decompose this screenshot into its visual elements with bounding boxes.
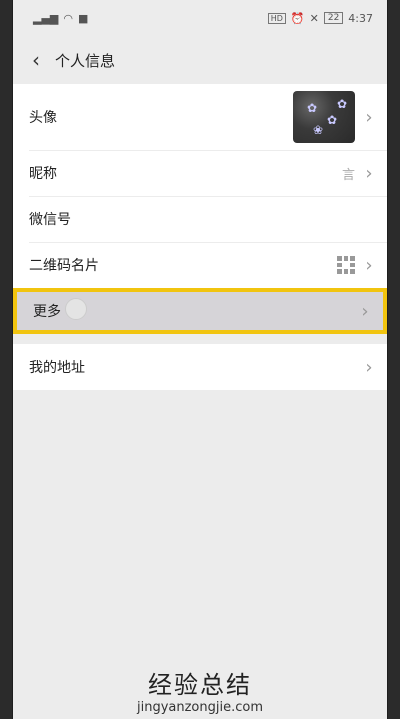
chevron-right-icon: › xyxy=(365,356,373,378)
qr-code-icon xyxy=(337,256,355,274)
avatar-row[interactable]: 头像 ✿ ✿ ❀ ✿ › xyxy=(13,84,387,150)
avatar-label: 头像 xyxy=(29,110,57,126)
more-row[interactable]: 更多 › xyxy=(13,288,387,334)
touch-cursor-icon xyxy=(65,298,87,320)
qr-code-row[interactable]: 二维码名片 › xyxy=(13,242,387,288)
vibrate-icon: ✕ xyxy=(309,11,319,25)
nickname-value: 言 xyxy=(341,167,355,183)
wechat-id-label: 微信号 xyxy=(29,212,71,228)
chevron-right-icon: › xyxy=(365,106,373,128)
phone-screen: ▂▄▆ ◠ ■ HD ⏰ ✕ 22 4:37 ‹ 个人信息 头像 ✿ ✿ ❀ ✿ xyxy=(12,0,388,719)
nickname-row[interactable]: 昵称 言 › xyxy=(13,150,387,196)
chevron-right-icon: › xyxy=(365,162,373,184)
section-divider xyxy=(13,334,387,344)
address-row[interactable]: 我的地址 › xyxy=(13,344,387,390)
clock: 4:37 xyxy=(348,11,373,25)
profile-group: 头像 ✿ ✿ ❀ ✿ › 昵称 言 › 微信号 二维码名片 › xyxy=(13,84,387,288)
status-bar: ▂▄▆ ◠ ■ HD ⏰ ✕ 22 4:37 xyxy=(13,0,387,36)
avatar: ✿ ✿ ❀ ✿ xyxy=(293,91,355,143)
wifi-icon: ◠ xyxy=(63,11,73,25)
notification-icon: ■ xyxy=(78,11,89,25)
back-icon[interactable]: ‹ xyxy=(23,47,49,73)
address-label: 我的地址 xyxy=(29,360,85,376)
alarm-icon: ⏰ xyxy=(290,11,305,25)
watermark-text: 经验总结 xyxy=(148,671,252,699)
chevron-right-icon: › xyxy=(365,254,373,276)
nickname-label: 昵称 xyxy=(29,166,57,182)
page-title: 个人信息 xyxy=(55,51,116,70)
watermark-url: jingyanzongjie.com xyxy=(136,700,263,715)
watermark: 经验总结 jingyanzongjie.com xyxy=(13,665,387,715)
chevron-right-icon: › xyxy=(361,300,369,322)
address-group: 我的地址 › xyxy=(13,344,387,390)
qr-code-label: 二维码名片 xyxy=(29,258,99,274)
hd-badge: HD xyxy=(267,12,286,24)
battery-level: 22 xyxy=(323,12,344,24)
nav-bar: ‹ 个人信息 xyxy=(13,36,387,84)
wechat-id-row: 微信号 xyxy=(13,196,387,242)
signal-icon: ▂▄▆ xyxy=(33,11,59,25)
